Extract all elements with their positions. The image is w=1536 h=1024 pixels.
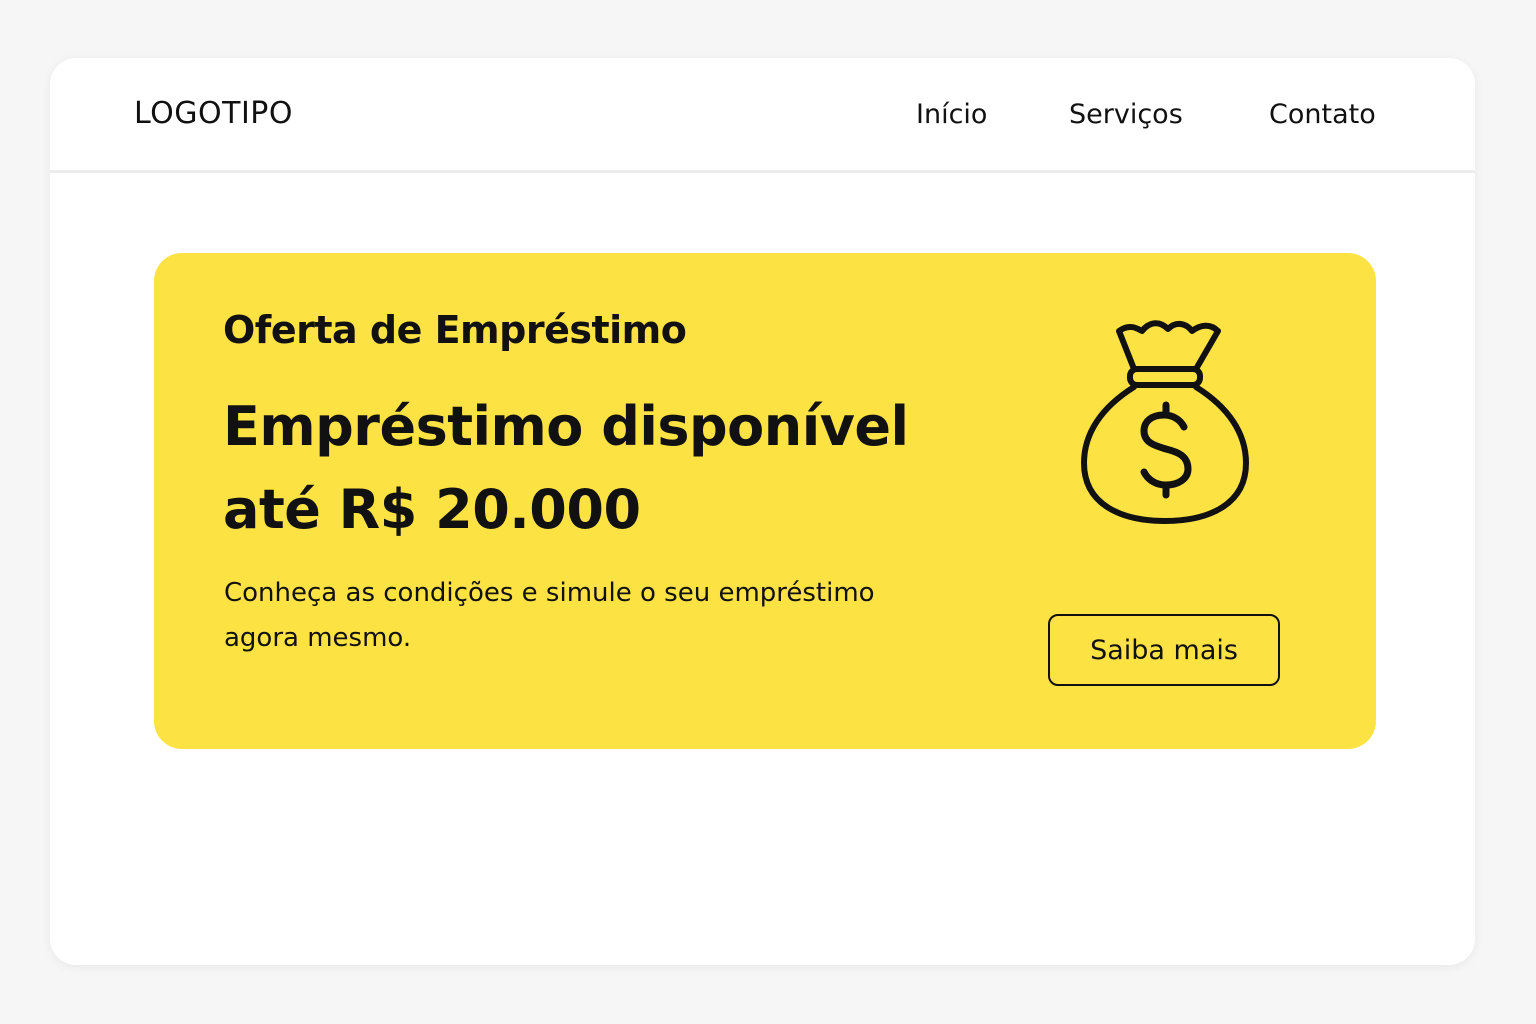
browser-window: LOGOTIPO Início Serviços Contato Oferta … xyxy=(50,58,1475,965)
nav-link-servicos[interactable]: Serviços xyxy=(1069,96,1183,134)
loan-offer-card: Oferta de Empréstimo Empréstimo disponív… xyxy=(154,253,1376,749)
money-bag-icon xyxy=(1081,320,1249,524)
offer-description-line-2: agora mesmo. xyxy=(224,623,412,653)
nav-link-contato[interactable]: Contato xyxy=(1269,96,1376,134)
learn-more-button[interactable]: Saiba mais xyxy=(1048,614,1280,686)
site-header: LOGOTIPO Início Serviços Contato xyxy=(50,58,1475,173)
offer-eyebrow-title: Oferta de Empréstimo xyxy=(223,308,687,352)
offer-headline-line-1: Empréstimo disponível xyxy=(223,395,909,458)
offer-description: Conheça as condições e simule o seu empr… xyxy=(224,571,944,661)
nav-link-inicio[interactable]: Início xyxy=(916,96,987,134)
offer-headline-line-2: até R$ 20.000 xyxy=(223,478,641,541)
offer-description-line-1: Conheça as condições e simule o seu empr… xyxy=(224,578,875,608)
logo[interactable]: LOGOTIPO xyxy=(134,94,293,134)
offer-headline: Empréstimo disponível até R$ 20.000 xyxy=(223,385,983,551)
